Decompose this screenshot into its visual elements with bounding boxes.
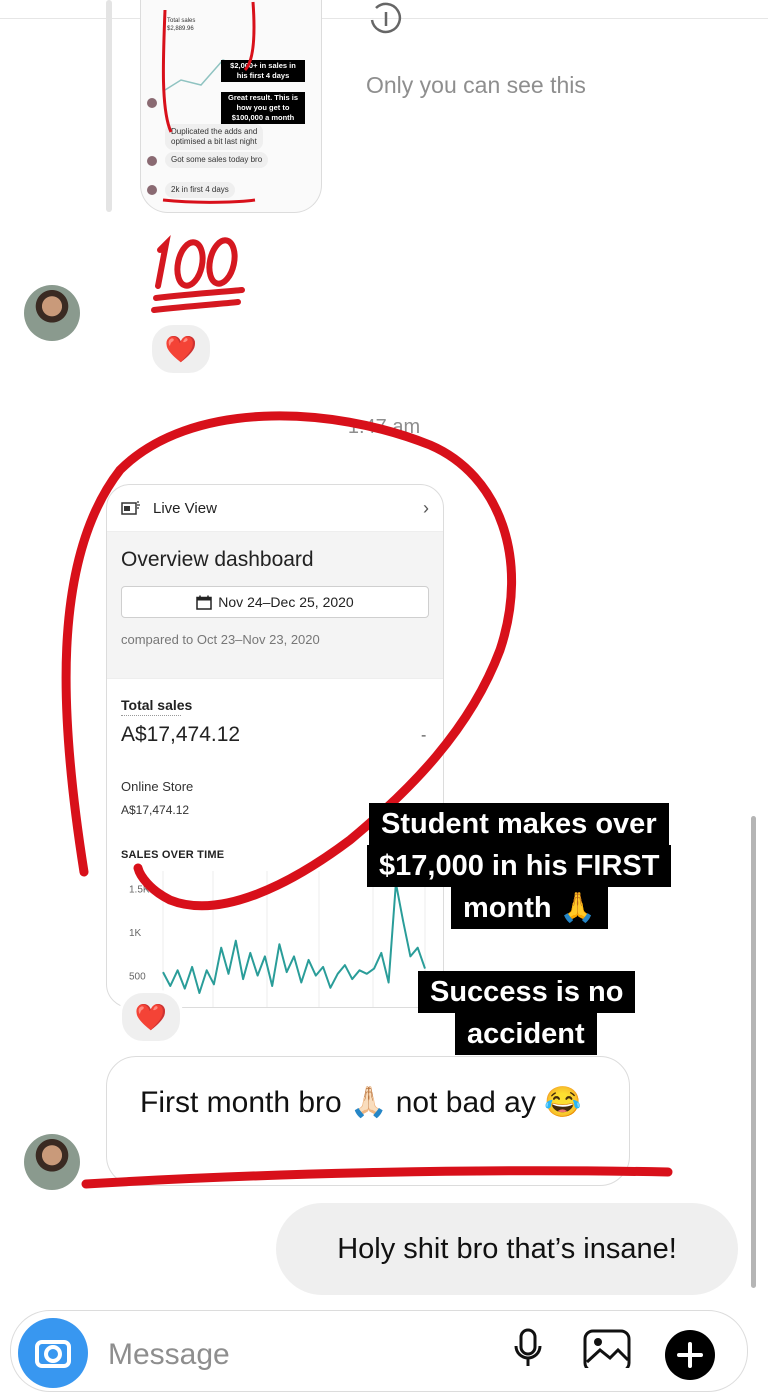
total-sales-change: - (421, 727, 427, 744)
more-button[interactable] (665, 1330, 715, 1380)
date-range-button: Nov 24–Dec 25, 2020 (121, 586, 429, 618)
chevron-right-icon: › (423, 497, 429, 518)
y-tick-label: 1.5K (129, 884, 150, 895)
compared-period: compared to Oct 23–Nov 23, 2020 (121, 632, 320, 647)
avatar[interactable] (24, 1134, 80, 1190)
shared-story-card[interactable]: Total sales $2,889.96 $2,000+ in sales i… (140, 0, 322, 213)
scrollbar[interactable] (751, 816, 756, 1288)
online-store-value: A$17,474.12 (121, 803, 190, 817)
heart-reaction[interactable]: ❤️ (119, 990, 183, 1044)
live-view-bar: Live View › (107, 485, 443, 532)
sales-over-time-label: SALES OVER TIME (121, 849, 225, 861)
message-timestamp: 1:47 am (347, 416, 421, 438)
camera-button[interactable] (18, 1318, 88, 1388)
reply-indicator-bar (106, 0, 112, 212)
dashboard-header: Overview dashboard Nov 24–Dec 25, 2020 c… (107, 532, 443, 678)
caption-line-1: Student makes over (369, 803, 669, 845)
sales-series-line (162, 882, 426, 994)
calendar-icon (196, 595, 213, 610)
total-sales-value: A$17,474.12 (121, 723, 241, 746)
camera-icon (35, 1340, 71, 1368)
dashboard-title: Overview dashboard (121, 548, 314, 571)
hundred-points-icon (151, 234, 245, 313)
mini-red-annotation (161, 1, 256, 204)
undo-icon[interactable] (366, 0, 406, 44)
avatar[interactable] (24, 285, 80, 341)
total-sales-underline (121, 715, 181, 716)
only-you-can-see-label: Only you can see this (366, 72, 586, 98)
heart-reaction[interactable]: ❤️ (149, 322, 213, 376)
dashboard-screenshot[interactable]: Live View › Overview dashboard Nov 24–De… (106, 484, 444, 1008)
gallery-icon[interactable] (582, 1328, 632, 1368)
outgoing-message-text: Holy shit bro that’s insane! (337, 1232, 677, 1265)
live-view-label: Live View (153, 499, 217, 517)
microphone-icon[interactable] (508, 1326, 548, 1366)
y-tick-label: 500 (129, 972, 146, 983)
caption-line-3: month 🙏 (451, 887, 608, 929)
y-tick-label: 1K (129, 928, 142, 939)
caption-line-4: Success is no (418, 971, 636, 1013)
caption-line-5: accident (455, 1013, 597, 1055)
live-view-icon (121, 501, 140, 515)
online-store-label: Online Store (121, 779, 194, 794)
total-sales-label: Total sales (121, 697, 193, 713)
incoming-message-text: First month bro 🙏🏻 not bad ay 😂 (140, 1086, 582, 1119)
plus-icon (677, 1342, 703, 1368)
message-input[interactable]: Message (108, 1338, 230, 1372)
date-range-label: Nov 24–Dec 25, 2020 (218, 594, 354, 610)
caption-line-2: $17,000 in his FIRST (367, 845, 672, 887)
